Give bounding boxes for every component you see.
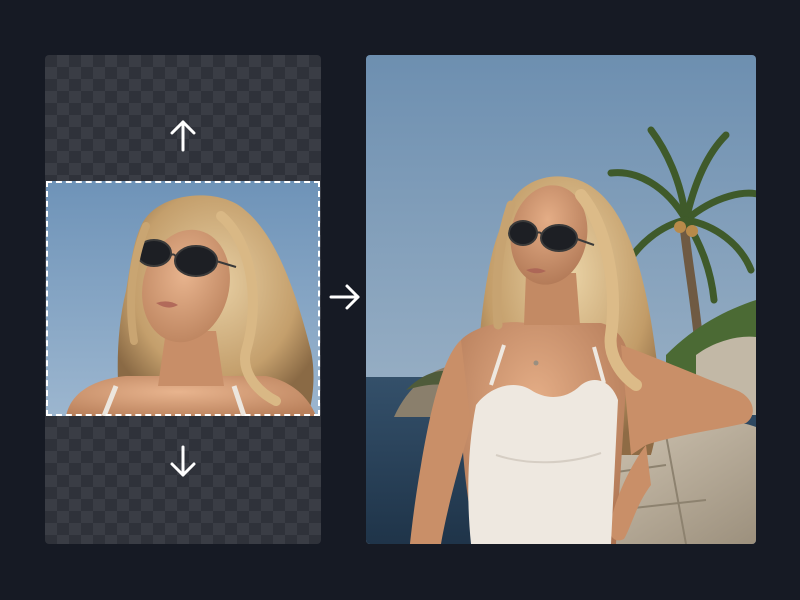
arrow-up-icon <box>170 120 196 152</box>
outpaint-preview <box>0 0 800 600</box>
expand-canvas[interactable] <box>45 55 321 544</box>
result-image <box>366 55 756 544</box>
arrow-right-icon <box>329 284 360 310</box>
source-image <box>46 181 320 416</box>
arrow-down-icon <box>170 445 196 477</box>
